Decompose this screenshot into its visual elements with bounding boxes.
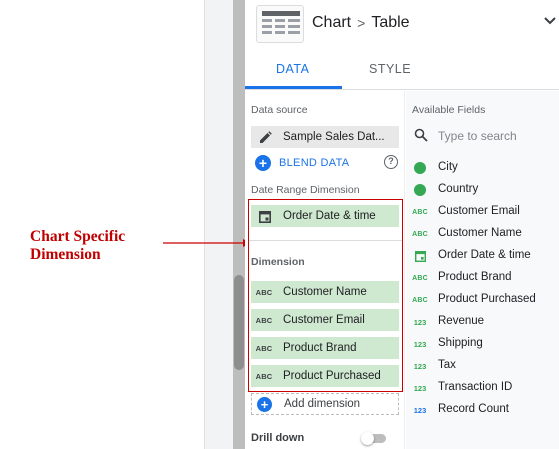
- tab-style[interactable]: STYLE: [369, 62, 411, 76]
- search-icon: [414, 128, 428, 142]
- field-search-input[interactable]: [438, 127, 556, 145]
- text-type-icon: ABC: [255, 343, 273, 353]
- available-fields-column: Available Fields City Country ABC Custom…: [406, 91, 559, 449]
- list-item[interactable]: Order Date & time: [406, 245, 559, 267]
- dimension-chip-label: Product Purchased: [283, 370, 381, 382]
- report-canvas-page[interactable]: [0, 0, 205, 449]
- field-label: City: [438, 161, 458, 173]
- list-item[interactable]: ABC Product Brand: [406, 267, 559, 289]
- dimension-chip-label: Product Brand: [283, 342, 357, 354]
- breadcrumb: Chart > Table: [312, 14, 410, 32]
- list-item[interactable]: 123 Transaction ID: [406, 377, 559, 399]
- dimension-chip-label: Customer Name: [283, 286, 367, 298]
- field-search: [412, 125, 559, 147]
- field-label: Product Brand: [438, 271, 512, 283]
- globe-icon: [413, 162, 427, 174]
- data-source-chip[interactable]: Sample Sales Dat...: [251, 126, 399, 148]
- section-divider: [249, 240, 402, 241]
- number-type-icon: 123: [413, 317, 427, 327]
- breadcrumb-separator: >: [357, 15, 366, 31]
- text-type-icon: ABC: [412, 208, 428, 216]
- annotation-line-1: Chart Specific: [30, 228, 126, 245]
- list-item[interactable]: 123 Tax: [406, 355, 559, 377]
- dimension-label: Dimension: [251, 256, 305, 268]
- text-type-icon: ABC: [412, 296, 428, 304]
- field-label: Customer Email: [438, 205, 520, 217]
- text-type-icon: ABC: [412, 274, 428, 282]
- field-label: Product Purchased: [438, 293, 536, 305]
- annotation-line-2: Dimension: [30, 246, 101, 263]
- active-tab-indicator: [245, 86, 342, 89]
- metric-type-icon: 123: [413, 405, 427, 415]
- field-label: Record Count: [438, 403, 509, 415]
- add-circle-icon[interactable]: +: [255, 155, 271, 171]
- list-item[interactable]: City: [406, 157, 559, 179]
- globe-icon: [413, 184, 427, 196]
- pencil-icon[interactable]: [258, 130, 272, 144]
- dimension-chip-label: Customer Email: [283, 314, 365, 326]
- text-type-icon: ABC: [255, 315, 273, 325]
- drill-down-label: Drill down: [251, 432, 305, 444]
- dimension-chip[interactable]: ABC Customer Name: [251, 281, 399, 303]
- field-label: Shipping: [438, 337, 483, 349]
- field-label: Revenue: [438, 315, 485, 327]
- list-item[interactable]: 123 Shipping: [406, 333, 559, 355]
- add-circle-icon[interactable]: +: [257, 397, 272, 412]
- canvas-scrollbar-track[interactable]: [233, 0, 245, 449]
- available-field-list: City Country ABC Customer Email ABC Cust…: [406, 157, 559, 421]
- list-item[interactable]: 123 Record Count: [406, 399, 559, 421]
- breadcrumb-chart: Chart: [312, 14, 352, 31]
- blend-data-row[interactable]: + BLEND DATA ?: [255, 154, 400, 172]
- panel-header: Chart > Table: [245, 0, 559, 48]
- chevron-down-icon[interactable]: [543, 16, 557, 26]
- canvas-scrollbar-thumb[interactable]: [234, 275, 244, 370]
- list-item[interactable]: Country: [406, 179, 559, 201]
- field-label: Country: [438, 183, 479, 195]
- annotation-arrow-icon: [163, 239, 250, 247]
- calendar-icon: [413, 250, 427, 262]
- blend-data-button[interactable]: BLEND DATA: [279, 157, 349, 169]
- help-icon[interactable]: ?: [384, 155, 398, 169]
- data-source-name: Sample Sales Dat...: [283, 131, 385, 143]
- dimension-chip[interactable]: ABC Customer Email: [251, 309, 399, 331]
- text-type-icon: ABC: [412, 230, 428, 238]
- list-item[interactable]: ABC Product Purchased: [406, 289, 559, 311]
- text-type-icon: ABC: [255, 371, 273, 381]
- add-dimension-button[interactable]: + Add dimension: [251, 393, 399, 415]
- number-type-icon: 123: [413, 383, 427, 393]
- number-type-icon: 123: [413, 361, 427, 371]
- text-type-icon: ABC: [255, 287, 273, 297]
- list-item[interactable]: 123 Revenue: [406, 311, 559, 333]
- tab-data[interactable]: DATA: [276, 62, 309, 76]
- data-source-label: Data source: [251, 104, 308, 116]
- date-range-label: Date Range Dimension: [251, 184, 360, 196]
- list-item[interactable]: ABC Customer Name: [406, 223, 559, 245]
- field-label: Transaction ID: [438, 381, 513, 393]
- dimension-chip[interactable]: ABC Product Brand: [251, 337, 399, 359]
- list-item[interactable]: ABC Customer Email: [406, 201, 559, 223]
- field-label: Tax: [438, 359, 456, 371]
- table-chart-icon[interactable]: [256, 5, 304, 43]
- field-label: Order Date & time: [438, 249, 531, 261]
- breadcrumb-chart-type: Table: [371, 14, 410, 31]
- annotation-label: Chart Specific Dimension: [30, 228, 160, 264]
- toggle-knob: [361, 432, 374, 445]
- dimension-chip[interactable]: ABC Product Purchased: [251, 365, 399, 387]
- drill-down-toggle[interactable]: [361, 432, 386, 445]
- add-dimension-label: Add dimension: [284, 398, 361, 410]
- number-type-icon: 123: [413, 339, 427, 349]
- properties-panel: Chart > Table DATA STYLE Data source Sam…: [245, 0, 559, 449]
- field-label: Customer Name: [438, 227, 522, 239]
- available-fields-label: Available Fields: [412, 104, 486, 116]
- report-canvas-area: [0, 0, 238, 449]
- panel-tabs: DATA STYLE: [245, 48, 559, 90]
